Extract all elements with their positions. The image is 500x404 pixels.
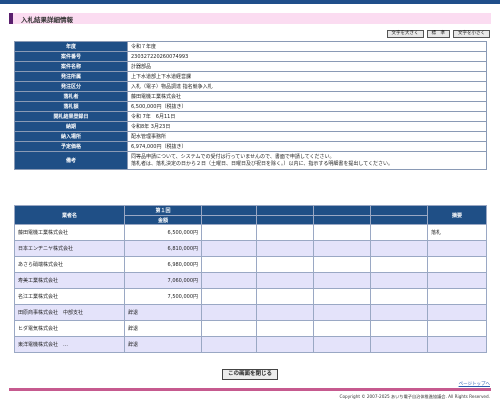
bid-amount: 6,500,000円: [124, 224, 202, 241]
bidder-header: 業者名: [14, 205, 125, 225]
info-value: 入札（電子）物品調達 指名競争入札: [127, 81, 487, 92]
info-label: 予定価格: [14, 141, 128, 152]
info-row: 発注区分 入札（電子）物品調達 指名競争入札: [14, 81, 487, 92]
result-info-table: 年度 令和７年度 案件番号 230327220260074993 案件名称 計器部品 発注所…: [14, 41, 487, 170]
info-row: 予定価格 6,974,000円（税抜き）: [14, 141, 487, 152]
bid-amount: 7,500,000円: [124, 288, 202, 305]
top-accent-bar: [0, 0, 500, 4]
info-label: 発注区分: [14, 81, 128, 92]
bid-row: 日本エンヂニヤ株式会社 6,810,000円: [14, 240, 487, 257]
info-label: 納期: [14, 121, 128, 132]
bid-row: 藤田電機工業株式会社 6,500,000円 落札: [14, 224, 487, 241]
bid-remark: 落札: [427, 224, 487, 241]
info-value: 令和７年度: [127, 41, 487, 52]
info-label: 案件番号: [14, 51, 128, 62]
bidder-name: 日本エンヂニヤ株式会社: [14, 240, 125, 257]
bid-remark: [427, 240, 487, 257]
bid-remark: [427, 304, 487, 321]
info-label: 落札額: [14, 101, 128, 112]
bidder-name: 寿美工業株式会社: [14, 272, 125, 289]
bidder-name: あさら硝端株式会社: [14, 256, 125, 273]
bid-row: 東洋電機株式会社 … 辞退: [14, 336, 487, 353]
remarks-line-1: 同等品申請について、システムでの受付は行っていませんので、書面で申請してください…: [131, 153, 335, 160]
info-row: 案件名称 計器部品: [14, 61, 487, 72]
page-top-link[interactable]: ページトップへ: [459, 381, 490, 387]
info-row: 納入場所 配水管理事務所: [14, 131, 487, 142]
footer-divider: [9, 388, 491, 391]
close-window-button[interactable]: この画面を閉じる: [222, 369, 278, 380]
bid-row: ヒダ電気株式会社 辞退: [14, 320, 487, 337]
bid-amount: 辞退: [124, 304, 202, 321]
info-value: 6,974,000円（税抜き）: [127, 141, 487, 152]
font-larger-button[interactable]: 文字を大きく: [386, 30, 424, 38]
remarks-row: 備考 同等品申請について、システムでの受付は行っていませんので、書面で申請してくだ…: [14, 151, 487, 170]
info-row: 年度 令和７年度: [14, 41, 487, 52]
bidder-name: 田原商事株式会社 中部支社: [14, 304, 125, 321]
bid-row: 名江工業株式会社 7,500,000円: [14, 288, 487, 305]
bid-remark: [427, 320, 487, 337]
info-label: 納入場所: [14, 131, 128, 142]
bid-remark: [427, 272, 487, 289]
result-header: 摘要: [427, 205, 487, 225]
info-row: 発注所属 上下水道部上下水道経営課: [14, 71, 487, 82]
info-row: 落札者 藤田電機工業株式会社: [14, 91, 487, 102]
info-label: 開札結果登録日: [14, 111, 128, 122]
info-row: 納期 令和8年 3月23日: [14, 121, 487, 132]
info-row: 開札結果登録日 令和 7年 6月11日: [14, 111, 487, 122]
round-header: 第１回: [124, 205, 202, 216]
font-size-controls: 文字を大きく 標 準 文字を小さく: [386, 30, 490, 38]
info-value: 令和 7年 6月11日: [127, 111, 487, 122]
bid-row: 寿美工業株式会社 7,060,000円: [14, 272, 487, 289]
bid-remark: [427, 256, 487, 273]
bidder-name: 東洋電機株式会社 …: [14, 336, 125, 353]
info-value: 配水管理事務所: [127, 131, 487, 142]
remarks-label: 備考: [14, 151, 128, 170]
info-label: 発注所属: [14, 71, 128, 82]
page-title-bar: 入札結果詳細情報: [9, 13, 491, 24]
info-label: 案件名称: [14, 61, 128, 72]
bid-amount: 6,810,000円: [124, 240, 202, 257]
info-value: 上下水道部上下水道経営課: [127, 71, 487, 82]
info-value: 6,500,000円（税抜き）: [127, 101, 487, 112]
bidder-name: 藤田電機工業株式会社: [14, 224, 125, 241]
font-standard-button[interactable]: 標 準: [426, 30, 450, 38]
info-value: 令和8年 3月23日: [127, 121, 487, 132]
bid-remark: [427, 336, 487, 353]
font-smaller-button[interactable]: 文字を小さく: [453, 30, 490, 38]
bid-remark: [427, 288, 487, 305]
info-label: 落札者: [14, 91, 128, 102]
amount-header: 金額: [124, 215, 202, 225]
copyright-text: Copyright © 2007-2025 あいち電子自治体推進協議会. All…: [339, 394, 490, 399]
info-label: 年度: [14, 41, 128, 52]
remarks-line-2: 落札者は、落札決定の日から２日（土曜日、日曜日及び祝日を除く。）以内に、指示する…: [131, 160, 394, 167]
bid-row: 田原商事株式会社 中部支社 辞退: [14, 304, 487, 321]
bid-amount: 6,980,000円: [124, 256, 202, 273]
page-title: 入札結果詳細情報: [21, 16, 73, 24]
bidder-name: 名江工業株式会社: [14, 288, 125, 305]
bid-amount: 7,060,000円: [124, 272, 202, 289]
info-value: 230327220260074993: [127, 51, 487, 62]
bid-results-table: 業者名 第１回 摘要 金額 藤田電機工業株式会社 6,500,000円 落札 日本エン…: [14, 205, 487, 353]
bid-row: あさら硝端株式会社 6,980,000円: [14, 256, 487, 273]
info-value: 藤田電機工業株式会社: [127, 91, 487, 102]
info-row: 落札額 6,500,000円（税抜き）: [14, 101, 487, 112]
bid-amount: 辞退: [124, 320, 202, 337]
info-row: 案件番号 230327220260074993: [14, 51, 487, 62]
bidder-name: ヒダ電気株式会社: [14, 320, 125, 337]
bid-amount: 辞退: [124, 336, 202, 353]
info-value: 計器部品: [127, 61, 487, 72]
